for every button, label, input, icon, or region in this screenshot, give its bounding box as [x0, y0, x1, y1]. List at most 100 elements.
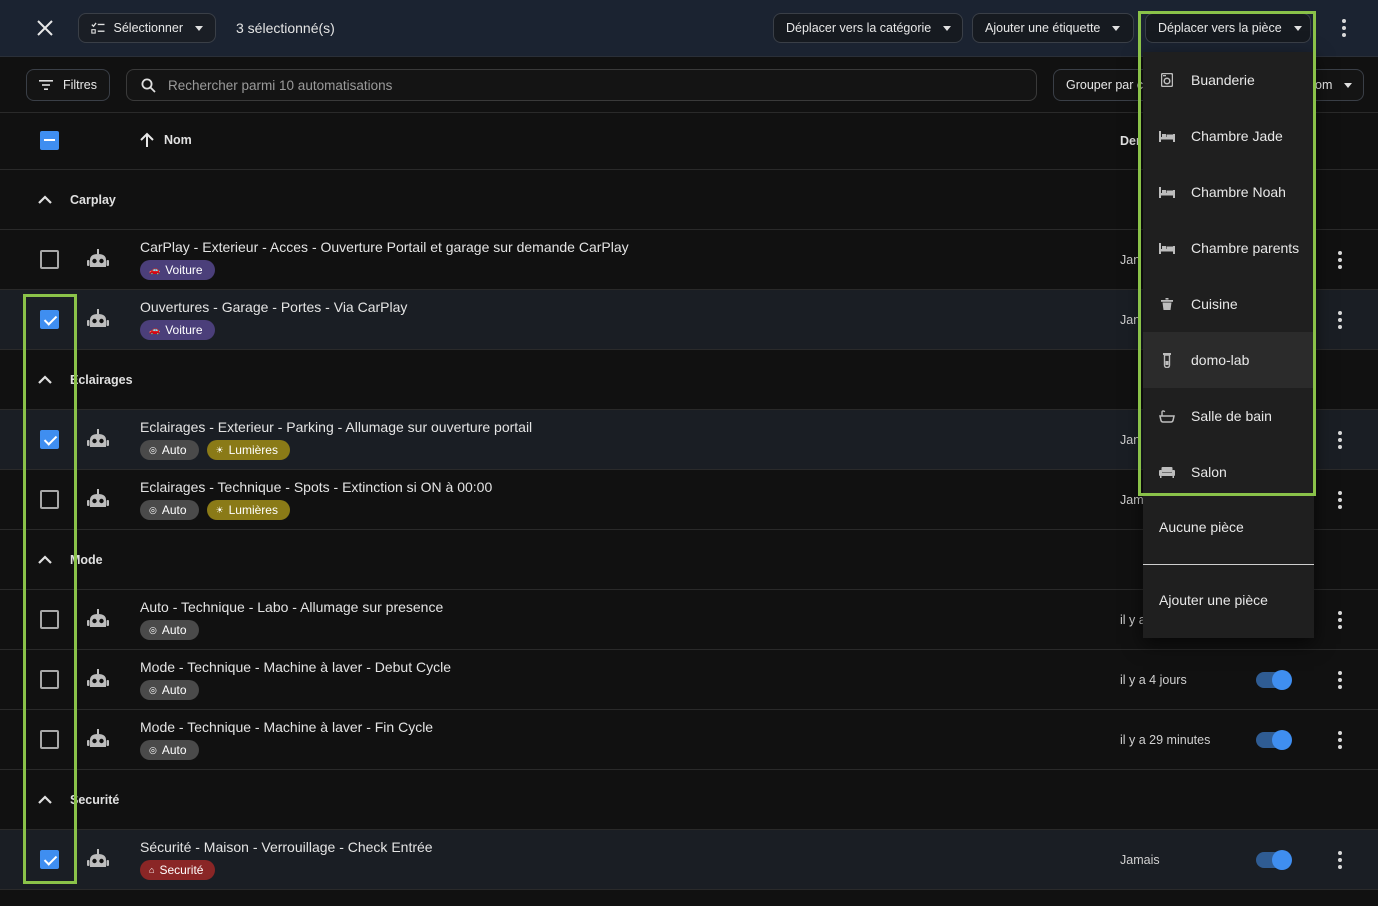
enable-toggle[interactable] [1256, 730, 1292, 750]
room-menu-item-label: Salle de bain [1191, 408, 1272, 424]
group-header[interactable]: Securité [0, 770, 1378, 830]
row-checkbox[interactable] [40, 310, 59, 329]
row-checkbox[interactable] [40, 850, 59, 869]
sofa-icon [1159, 467, 1175, 478]
room-menu-item-label: Chambre Jade [1191, 128, 1283, 144]
automation-icon-wrap [86, 248, 110, 275]
room-menu-item[interactable]: domo-lab [1143, 332, 1314, 388]
filters-button[interactable]: Filtres [26, 69, 110, 101]
room-icon-wrap [1159, 73, 1175, 87]
row-menu-button[interactable] [1330, 670, 1350, 690]
label-chip-text: Auto [161, 623, 187, 637]
kebab-dot [1338, 625, 1342, 629]
label-chip: 🚗 Voiture [140, 320, 215, 340]
checklist-icon [91, 22, 105, 34]
row-menu-button[interactable] [1330, 430, 1350, 450]
kebab-dot [1338, 431, 1342, 435]
name-column-header[interactable]: Nom [138, 131, 192, 149]
label-chip: ◎ Auto [140, 740, 199, 760]
row-menu-button[interactable] [1330, 310, 1350, 330]
group-by-label: Grouper par c [1066, 78, 1144, 92]
table-row[interactable]: Mode - Technique - Machine à laver - Fin… [0, 710, 1378, 770]
automation-icon-wrap [86, 488, 110, 515]
automation-name[interactable]: Auto - Technique - Labo - Allumage sur p… [140, 599, 443, 615]
move-to-room-button[interactable]: Déplacer vers la pièce [1145, 13, 1311, 43]
automation-name[interactable]: Eclairages - Exterieur - Parking - Allum… [140, 419, 532, 435]
collapse-group-button[interactable] [38, 552, 52, 568]
automation-name[interactable]: Ouvertures - Garage - Portes - Via CarPl… [140, 299, 407, 315]
row-menu-button[interactable] [1330, 250, 1350, 270]
room-menu-item[interactable]: Chambre Noah [1143, 164, 1314, 220]
chevron-down-icon [1344, 82, 1353, 88]
row-checkbox[interactable] [40, 730, 59, 749]
automation-icon-wrap [86, 428, 110, 455]
add-room-option[interactable]: Ajouter une pièce [1159, 592, 1268, 608]
row-menu-button[interactable] [1330, 490, 1350, 510]
room-menu-item[interactable]: Salon [1143, 444, 1314, 500]
automation-name[interactable]: Sécurité - Maison - Verrouillage - Check… [140, 839, 433, 855]
row-checkbox[interactable] [40, 430, 59, 449]
search-input[interactable] [168, 77, 1018, 93]
kebab-dot [1338, 505, 1342, 509]
overflow-menu-button[interactable] [1334, 18, 1354, 38]
last-triggered-column-header[interactable]: Der [1120, 113, 1141, 170]
enable-toggle[interactable] [1256, 850, 1292, 870]
automation-name[interactable]: Mode - Technique - Machine à laver - Fin… [140, 719, 433, 735]
no-room-option[interactable]: Aucune pièce [1159, 519, 1244, 535]
room-menu-item[interactable]: Chambre Jade [1143, 108, 1314, 164]
table-row[interactable]: Sécurité - Maison - Verrouillage - Check… [0, 830, 1378, 890]
select-mode-label: Sélectionner [113, 21, 184, 35]
kebab-dot [1338, 618, 1342, 622]
robot-small-icon: ◎ [149, 684, 157, 695]
row-menu-button[interactable] [1330, 610, 1350, 630]
label-chips: 🚗 Voiture [140, 320, 215, 340]
bed-icon [1159, 130, 1175, 142]
row-checkbox[interactable] [40, 250, 59, 269]
last-triggered: il y a 29 minutes [1120, 733, 1211, 747]
label-chip-text: Auto [161, 443, 187, 457]
select-mode-button[interactable]: Sélectionner [78, 13, 216, 43]
car-icon: 🚗 [149, 264, 161, 275]
automation-icon-wrap [86, 728, 110, 755]
row-checkbox[interactable] [40, 610, 59, 629]
room-menu-item-label: Buanderie [1191, 72, 1255, 88]
collapse-group-button[interactable] [38, 372, 52, 388]
label-chip-text: Auto [161, 503, 187, 517]
kebab-dot [1338, 685, 1342, 689]
label-chip-text: Auto [161, 683, 187, 697]
close-selection-button[interactable] [30, 13, 60, 43]
enable-toggle[interactable] [1256, 670, 1292, 690]
group-label: Eclairages [70, 373, 133, 387]
last-triggered: Jam [1120, 493, 1144, 507]
filters-label: Filtres [62, 78, 97, 92]
select-all-checkbox[interactable] [40, 131, 59, 150]
automation-name[interactable]: Eclairages - Technique - Spots - Extinct… [140, 479, 492, 495]
row-checkbox[interactable] [40, 490, 59, 509]
table-row[interactable]: Mode - Technique - Machine à laver - Deb… [0, 650, 1378, 710]
row-menu-button[interactable] [1330, 730, 1350, 750]
collapse-group-button[interactable] [38, 792, 52, 808]
room-menu-item-label: Chambre Noah [1191, 184, 1286, 200]
move-to-category-button[interactable]: Déplacer vers la catégorie [773, 13, 963, 43]
add-label-button[interactable]: Ajouter une étiquette [972, 13, 1134, 43]
robot-icon [87, 489, 109, 507]
group-label: Securité [70, 793, 120, 807]
bed-icon [1159, 186, 1175, 198]
room-menu-item[interactable]: Buanderie [1143, 52, 1314, 108]
chevron-up-icon [38, 555, 52, 564]
automation-name[interactable]: Mode - Technique - Machine à laver - Deb… [140, 659, 451, 675]
label-chip-text: Voiture [165, 323, 203, 337]
last-triggered: Jan [1120, 253, 1141, 267]
home-icon: ⌂ [149, 865, 155, 875]
kebab-dot [1338, 731, 1342, 735]
room-menu-item[interactable]: Cuisine [1143, 276, 1314, 332]
label-chips: 🚗 Voiture [140, 260, 215, 280]
automation-name[interactable]: CarPlay - Exterieur - Acces - Ouverture … [140, 239, 629, 255]
car-icon: 🚗 [149, 324, 161, 335]
room-menu-item[interactable]: Chambre parents [1143, 220, 1314, 276]
chevron-up-icon [38, 195, 52, 204]
row-checkbox[interactable] [40, 670, 59, 689]
room-menu-item[interactable]: Salle de bain [1143, 388, 1314, 444]
row-menu-button[interactable] [1330, 850, 1350, 870]
collapse-group-button[interactable] [38, 192, 52, 208]
